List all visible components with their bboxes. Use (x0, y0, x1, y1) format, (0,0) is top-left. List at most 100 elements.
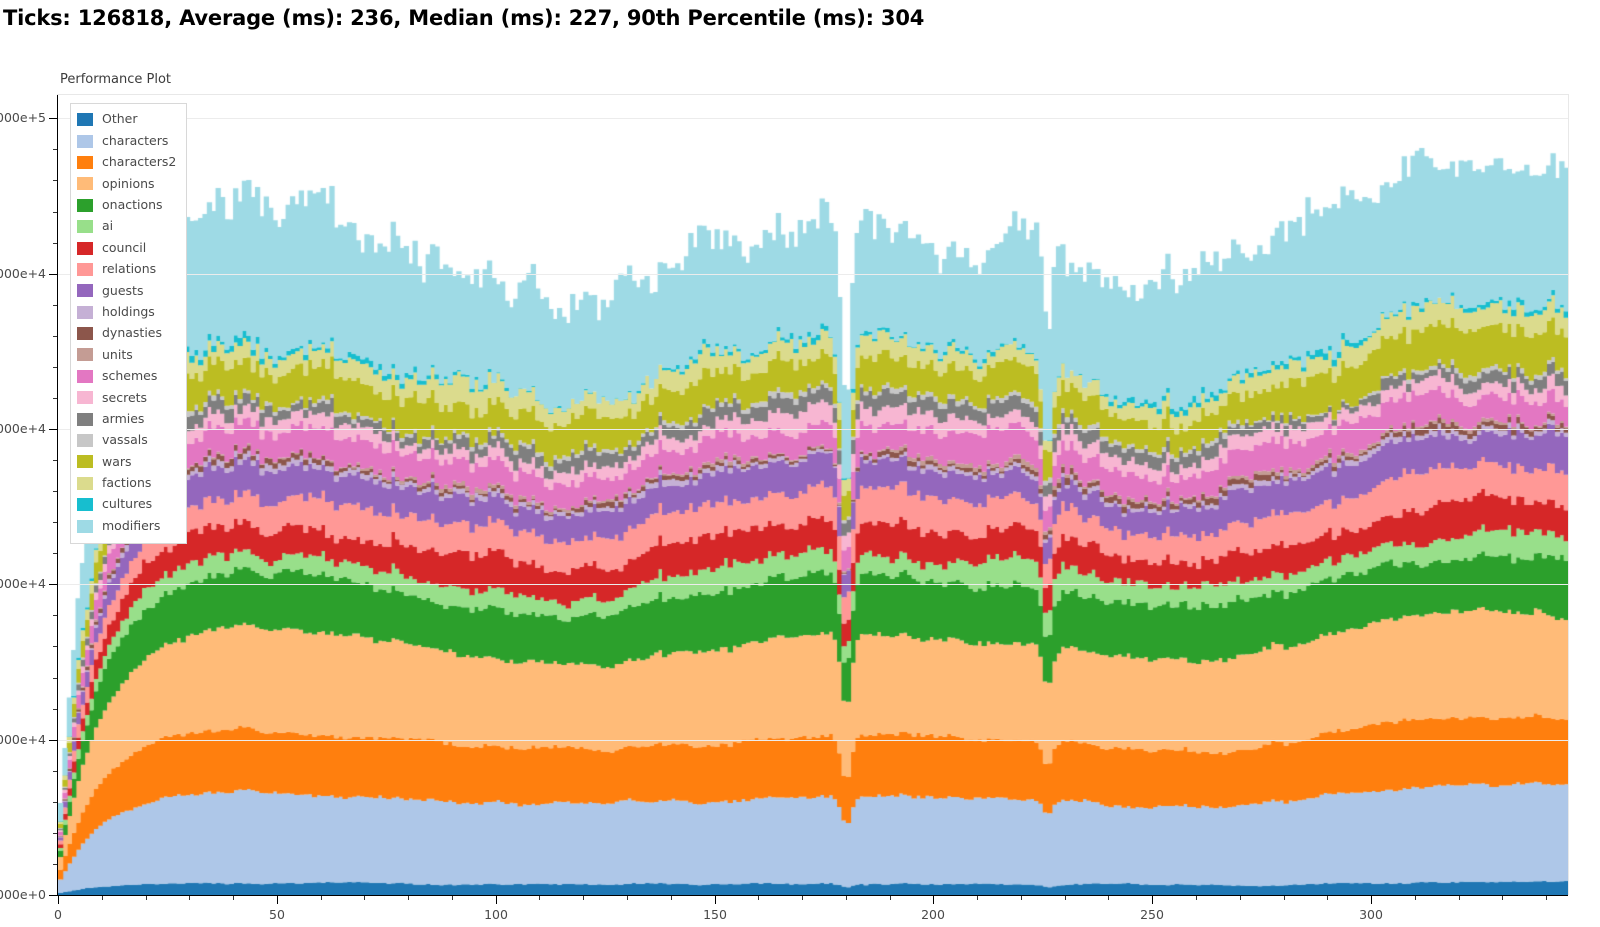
legend-item-opinions[interactable]: opinions (77, 173, 176, 194)
x-tick-minor (1502, 896, 1503, 900)
legend-item-label: ai (102, 218, 114, 234)
legend-item-label: opinions (102, 175, 155, 191)
legend-swatch-icon (77, 391, 93, 405)
legend-item-label: onactions (102, 197, 163, 212)
legend-item-label: wars (102, 453, 132, 469)
legend-swatch-icon (77, 198, 93, 212)
legend-swatch-icon (77, 220, 93, 234)
legend-item-label: secrets (102, 389, 148, 405)
legend-item-council[interactable]: council (77, 237, 176, 258)
y-tick-minor (53, 305, 57, 306)
y-axis-label: 8.000e+4 (0, 266, 46, 281)
x-axis-label: 250 (1140, 907, 1164, 922)
y-tick-minor (53, 709, 57, 710)
plot-title: Performance Plot (60, 72, 172, 87)
axis-spine-left (57, 95, 58, 895)
legend-item-label: Other (102, 111, 138, 127)
legend-item-cultures[interactable]: cultures (77, 494, 176, 515)
y-tick-minor (53, 180, 57, 181)
x-tick-minor (452, 896, 453, 900)
y-tick-minor (53, 212, 57, 213)
x-axis-label: 150 (703, 907, 727, 922)
y-tick-minor (53, 771, 57, 772)
x-axis-label: 50 (269, 907, 285, 922)
legend-item-holdings[interactable]: holdings (77, 302, 176, 323)
y-tick-minor (53, 460, 57, 461)
chart-card: Performance Plot 0.000e+0 2.000e+4 4.000e+… (0, 36, 1600, 927)
legend-swatch-icon (77, 498, 93, 512)
legend-item-label: units (102, 346, 133, 362)
legend-item-vassals[interactable]: vassals (77, 430, 176, 451)
legend-swatch-icon (77, 262, 93, 276)
y-tick-minor (53, 243, 57, 244)
y-tick-minor (53, 367, 57, 368)
legend-item-relations[interactable]: relations (77, 259, 176, 280)
x-tick-minor (977, 896, 978, 900)
chart-legend[interactable]: Other characters characters2 opinions onacti… (70, 103, 188, 544)
legend-item-label: relations (102, 261, 157, 277)
gridline-y (58, 740, 1568, 741)
legend-swatch-icon (77, 476, 93, 490)
legend-item-characters[interactable]: characters (77, 130, 176, 151)
legend-item-factions[interactable]: factions (77, 473, 176, 494)
legend-swatch-icon (77, 241, 93, 255)
y-tick-minor (53, 149, 57, 150)
x-tick-minor (1240, 896, 1241, 900)
x-tick-minor (1415, 896, 1416, 900)
legend-item-label: guests (102, 282, 144, 298)
x-axis-label: 200 (921, 907, 945, 922)
legend-item-armies[interactable]: armies (77, 408, 176, 429)
y-tick-minor (53, 864, 57, 865)
y-tick-minor (53, 491, 57, 492)
x-tick-minor (1546, 896, 1547, 900)
legend-item-label: holdings (102, 303, 155, 319)
legend-item-other[interactable]: Other (77, 109, 176, 130)
x-axis-label: 300 (1359, 907, 1383, 922)
y-tick-major (49, 584, 57, 585)
x-tick-minor (408, 896, 409, 900)
gridline-y (58, 429, 1568, 430)
y-axis-label: 4.000e+4 (0, 576, 46, 591)
legend-item-secrets[interactable]: secrets (77, 387, 176, 408)
x-tick-minor (671, 896, 672, 900)
x-tick-minor (1021, 896, 1022, 900)
legend-item-dynasties[interactable]: dynasties (77, 323, 176, 344)
axis-spine-top (57, 94, 1568, 95)
legend-item-label: cultures (102, 496, 153, 512)
legend-item-modifiers[interactable]: modifiers (77, 515, 176, 536)
legend-swatch-icon (77, 155, 93, 169)
legend-item-wars[interactable]: wars (77, 451, 176, 472)
y-axis-label: 2.000e+4 (0, 732, 46, 747)
legend-swatch-icon (77, 369, 93, 383)
legend-swatch-icon (77, 134, 93, 148)
x-tick-minor (802, 896, 803, 900)
stats-header: Ticks: 126818, Average (ms): 236, Median… (0, 0, 1600, 36)
legend-item-guests[interactable]: guests (77, 280, 176, 301)
axis-spine-right (1568, 94, 1569, 895)
performance-plot-window: Ticks: 126818, Average (ms): 236, Median… (0, 0, 1600, 927)
x-tick-minor (364, 896, 365, 900)
legend-swatch-icon (77, 519, 93, 533)
x-tick-minor (189, 896, 190, 900)
legend-item-schemes[interactable]: schemes (77, 366, 176, 387)
x-tick-minor (846, 896, 847, 900)
x-tick-minor (321, 896, 322, 900)
x-axis-label: 0 (54, 907, 62, 922)
legend-item-units[interactable]: units (77, 344, 176, 365)
legend-item-label: factions (102, 475, 152, 491)
y-tick-major (49, 740, 57, 741)
legend-swatch-icon (77, 434, 93, 448)
y-tick-major (49, 118, 57, 119)
x-tick-minor (102, 896, 103, 900)
y-tick-minor (53, 522, 57, 523)
legend-item-onactions[interactable]: onactions (77, 195, 176, 216)
plot-frame: 0.000e+0 2.000e+4 4.000e+4 6.000e+4 8.000e+4… (0, 94, 1569, 922)
legend-item-characters2[interactable]: characters2 (77, 152, 176, 173)
y-tick-minor (53, 398, 57, 399)
legend-item-label: armies (102, 410, 145, 426)
legend-item-ai[interactable]: ai (77, 216, 176, 237)
legend-swatch-icon (77, 177, 93, 191)
legend-swatch-icon (77, 327, 93, 341)
legend-item-label: schemes (102, 368, 158, 384)
x-tick-major (1152, 896, 1153, 904)
